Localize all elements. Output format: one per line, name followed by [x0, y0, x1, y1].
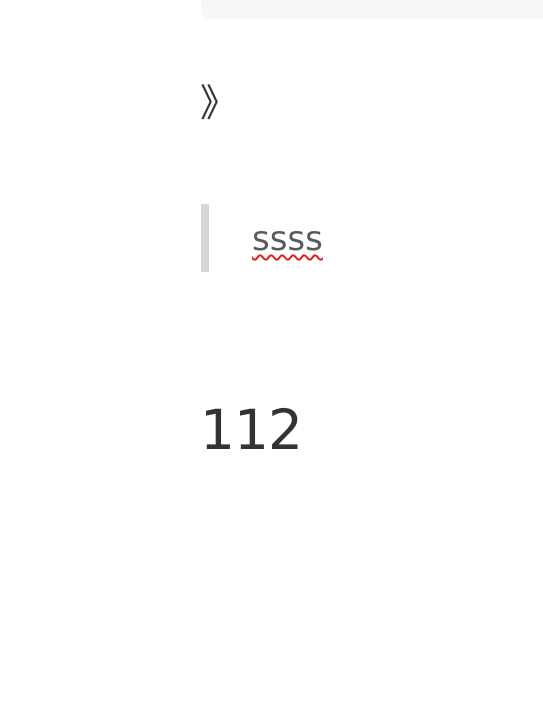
blockquote[interactable]: ssss	[201, 204, 501, 272]
paragraph-text[interactable]: 112	[200, 403, 303, 458]
toolbar-strip	[201, 0, 543, 19]
editor-page: 》 ssss 112	[0, 0, 543, 714]
chevron-text[interactable]: 》	[200, 84, 238, 122]
blockquote-text[interactable]: ssss	[252, 222, 323, 256]
